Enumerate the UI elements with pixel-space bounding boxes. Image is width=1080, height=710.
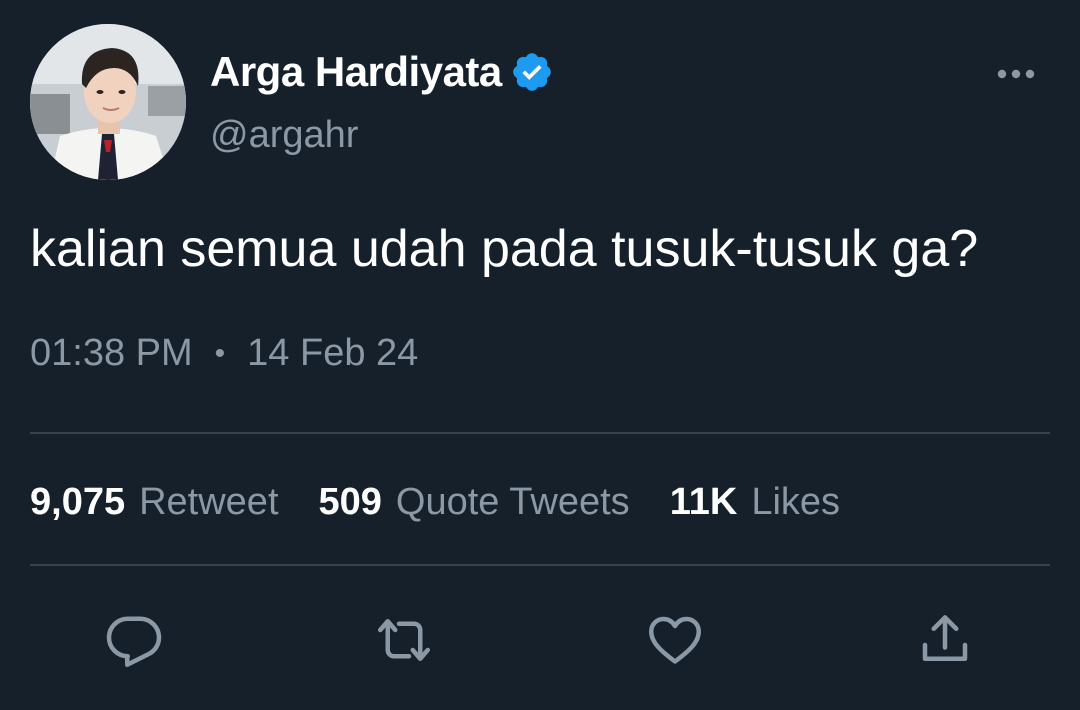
retweet-button[interactable] xyxy=(372,608,436,672)
reply-button[interactable] xyxy=(102,608,166,672)
tweet-time: 01:38 PM xyxy=(30,332,193,374)
more-options-button[interactable] xyxy=(994,58,1038,90)
like-button[interactable] xyxy=(643,608,707,672)
stat-count: 11K xyxy=(669,480,738,523)
meta-separator: • xyxy=(214,336,226,370)
quote-tweets-stat[interactable]: 509 Quote Tweets xyxy=(319,481,630,524)
stat-count: 9,075 xyxy=(30,480,126,523)
tweet-card: Arga Hardiyata @argahr kalian semua udah… xyxy=(0,0,1080,710)
retweet-icon xyxy=(378,619,430,661)
tweet-date: 14 Feb 24 xyxy=(247,332,419,374)
more-dots-icon xyxy=(997,69,1035,79)
share-button[interactable] xyxy=(913,608,977,672)
display-name[interactable]: Arga Hardiyata xyxy=(210,48,502,96)
stat-label: Likes xyxy=(751,480,841,523)
user-handle[interactable]: @argahr xyxy=(210,114,358,157)
avatar[interactable] xyxy=(30,24,186,180)
stat-count: 509 xyxy=(318,480,382,523)
display-name-row: Arga Hardiyata xyxy=(210,44,554,100)
stat-label: Quote Tweets xyxy=(395,480,630,523)
likes-stat[interactable]: 11K Likes xyxy=(670,481,840,524)
tweet-text: kalian semua udah pada tusuk-tusuk ga? xyxy=(30,220,979,278)
reply-icon xyxy=(106,616,162,667)
tweet-timestamp[interactable]: 01:38 PM • 14 Feb 24 xyxy=(30,332,418,375)
profile-photo xyxy=(30,24,186,180)
divider-top xyxy=(30,432,1050,434)
retweet-count-stat[interactable]: 9,075 Retweet xyxy=(30,481,279,524)
verified-badge-icon xyxy=(512,53,551,91)
heart-icon xyxy=(649,616,701,664)
share-icon xyxy=(922,615,968,661)
stat-label: Retweet xyxy=(139,480,279,523)
divider-bottom xyxy=(30,564,1050,566)
engagement-stats: 9,075 Retweet 509 Quote Tweets 11K Likes xyxy=(30,474,880,530)
